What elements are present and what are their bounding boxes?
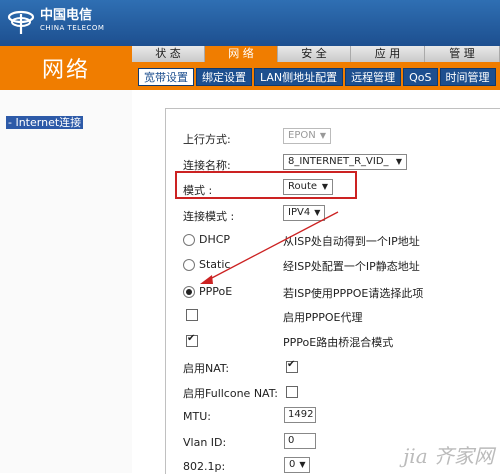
watermark: jia 齐家网	[403, 444, 494, 468]
annotation-arrow	[200, 211, 339, 284]
